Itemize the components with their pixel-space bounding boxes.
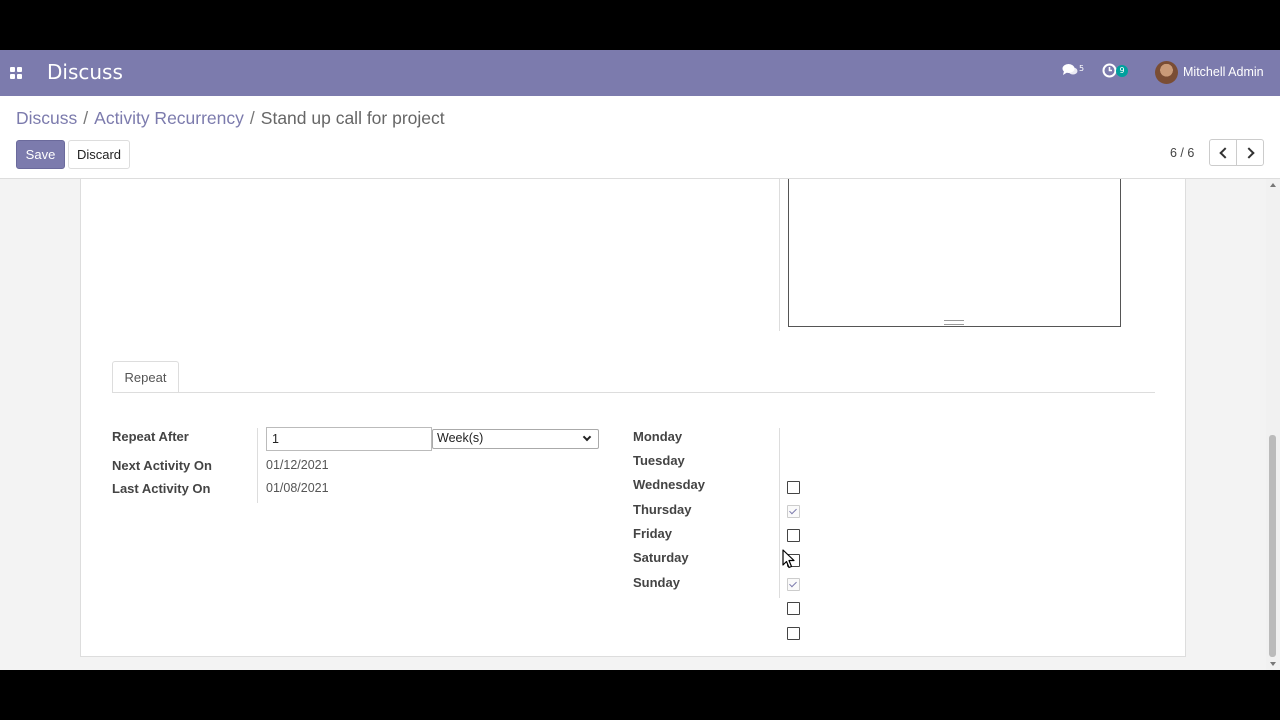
pager-value[interactable]: 6 / 6: [1170, 146, 1194, 160]
weekday-checkbox-saturday[interactable]: [787, 602, 800, 615]
tab-repeat[interactable]: Repeat: [112, 361, 179, 393]
control-panel: Discuss / Activity Recurrency / Stand up cal…: [0, 96, 1280, 179]
last-activity-value: 01/08/2021: [266, 481, 329, 495]
form-view: Repeat Repeat After Next Activity On Las…: [0, 179, 1266, 670]
form-sheet: Repeat Repeat After Next Activity On Las…: [80, 179, 1186, 657]
breadcrumb-separator: /: [249, 108, 255, 128]
weekday-label-friday: Friday: [633, 526, 673, 541]
pager-previous-button[interactable]: [1209, 139, 1237, 166]
chevron-left-icon: [1219, 147, 1231, 159]
repeat-interval-input[interactable]: [266, 427, 432, 451]
resize-handle-icon[interactable]: [944, 320, 964, 325]
weekday-label-monday: Monday: [633, 429, 683, 444]
chevron-right-icon: [1243, 147, 1255, 159]
weekday-checkbox-wednesday[interactable]: [787, 529, 800, 542]
next-activity-label: Next Activity On: [112, 458, 212, 473]
mouse-cursor-icon: [782, 549, 795, 569]
note-editor[interactable]: [788, 179, 1121, 327]
chat-count-badge: 5: [1079, 64, 1085, 73]
chat-icon[interactable]: [1062, 63, 1078, 81]
weekday-label-wednesday: Wednesday: [633, 477, 706, 492]
breadcrumb: Discuss / Activity Recurrency / Stand up cal…: [16, 108, 445, 129]
field-divider: [779, 428, 780, 598]
column-divider: [779, 179, 780, 331]
next-activity-value: 01/12/2021: [266, 458, 329, 472]
breadcrumb-discuss[interactable]: Discuss: [16, 108, 77, 128]
last-activity-label: Last Activity On: [112, 481, 211, 496]
weekday-label-tuesday: Tuesday: [633, 453, 685, 468]
avatar[interactable]: [1155, 61, 1178, 84]
chevron-down-icon: [582, 432, 592, 442]
scrollbar[interactable]: [1266, 179, 1280, 670]
app-title[interactable]: Discuss: [47, 60, 123, 84]
repeat-unit-value: Week(s): [437, 431, 484, 445]
field-divider: [257, 428, 258, 503]
weekday-label-sunday: Sunday: [633, 575, 680, 590]
user-menu[interactable]: Mitchell Admin: [1183, 65, 1264, 79]
repeat-unit-select[interactable]: Week(s): [432, 429, 599, 449]
breadcrumb-activity-recurrency[interactable]: Activity Recurrency: [94, 108, 244, 128]
weekday-checkbox-sunday[interactable]: [787, 627, 800, 640]
save-button[interactable]: Save: [16, 140, 65, 169]
weekday-label-thursday: Thursday: [633, 502, 692, 517]
activity-count-badge: 9: [1116, 65, 1128, 77]
clock-icon[interactable]: [1102, 63, 1117, 82]
weekday-label-saturday: Saturday: [633, 550, 689, 565]
pager-next-button[interactable]: [1236, 139, 1264, 166]
breadcrumb-current: Stand up call for project: [260, 108, 445, 128]
weekday-checkbox-monday[interactable]: [787, 481, 800, 494]
repeat-after-label: Repeat After: [112, 429, 189, 444]
weekday-checkbox-tuesday[interactable]: [787, 505, 800, 518]
scroll-up-icon[interactable]: [1270, 183, 1276, 187]
top-navbar: Discuss 5 9 Mitchell Admin: [0, 50, 1280, 96]
app-window: Discuss 5 9 Mitchell Admin Discuss / Activ…: [0, 50, 1280, 670]
scrollbar-thumb[interactable]: [1269, 435, 1276, 657]
tab-divider: [112, 392, 1155, 393]
weekday-checkbox-friday[interactable]: [787, 578, 800, 591]
discard-button[interactable]: Discard: [68, 140, 130, 169]
breadcrumb-separator: /: [83, 108, 89, 128]
scroll-down-icon[interactable]: [1270, 662, 1276, 666]
apps-menu-icon[interactable]: [10, 67, 23, 79]
